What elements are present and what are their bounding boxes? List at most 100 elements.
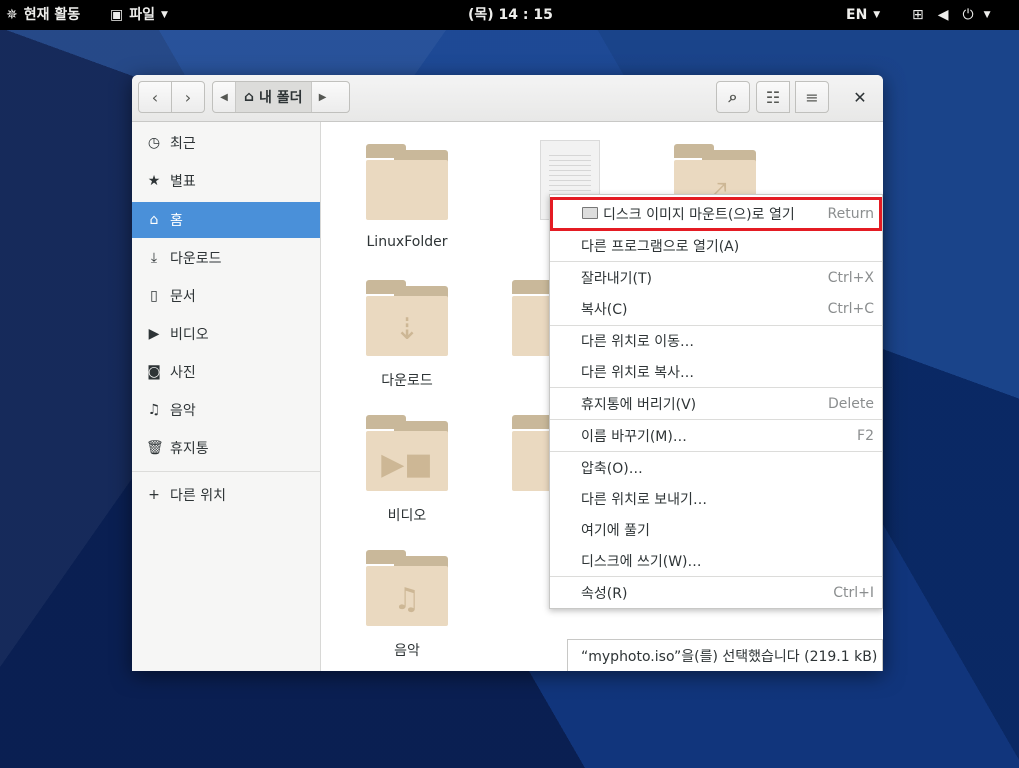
menu-item-cut[interactable]: 잘라내기(T) Ctrl+X xyxy=(550,263,882,293)
path-scroll-left-button[interactable]: ◀ xyxy=(213,82,236,112)
video-icon: ▶ xyxy=(148,326,160,342)
close-button[interactable]: ✕ xyxy=(845,81,875,113)
download-icon: ⤓ xyxy=(150,250,158,266)
sidebar-item-label: 음악 xyxy=(170,403,196,419)
menu-item-label: 다른 위치로 복사… xyxy=(581,365,695,381)
menu-item-send-to[interactable]: 다른 위치로 보내기… xyxy=(550,484,882,514)
menu-item-move-to-trash[interactable]: 휴지통에 버리기(V) Delete xyxy=(550,389,882,419)
menu-item-label: 다른 위치로 이동… xyxy=(581,334,695,350)
sidebar-item-other-locations[interactable]: + 다른 위치 xyxy=(132,477,320,513)
selection-status-label: “myphoto.iso”을(를) 선택했습니다 (219.1 kB) xyxy=(581,648,878,665)
document-icon: ▯ xyxy=(150,288,158,304)
folder-video-icon: ▶■ xyxy=(366,413,448,493)
menu-item-accel: Return xyxy=(827,206,874,222)
view-mode-button[interactable]: ☷ xyxy=(756,81,790,113)
folder-icon xyxy=(512,278,552,358)
activities-button[interactable]: ✵ 현재 활동 xyxy=(6,0,80,30)
file-item-videos[interactable]: ▶■ 비디오 xyxy=(352,413,462,525)
file-item-downloads[interactable]: ⇣ 다운로드 xyxy=(352,278,462,390)
menu-item-properties[interactable]: 속성(R) Ctrl+I xyxy=(550,578,882,608)
menu-item-compress[interactable]: 압축(O)… xyxy=(550,453,882,483)
language-indicator[interactable]: EN ▼ xyxy=(846,0,880,30)
menu-item-rename[interactable]: 이름 바꾸기(M)… F2 xyxy=(550,421,882,451)
sidebar-item-label: 다른 위치 xyxy=(170,488,226,504)
menu-item-label: 복사(C) xyxy=(581,302,628,318)
system-status-menu[interactable]: ⊞ ◀ ⏻ ▼ xyxy=(912,0,991,30)
sidebar-item-label: 문서 xyxy=(170,289,196,305)
sidebar-item-label: 별표 xyxy=(170,174,196,190)
triangle-left-icon: ◀ xyxy=(220,91,228,103)
selection-status: “myphoto.iso”을(를) 선택했습니다 (219.1 kB) xyxy=(567,639,883,671)
menu-item-accel: Ctrl+X xyxy=(827,270,874,286)
menu-item-accel: Delete xyxy=(828,396,874,412)
search-button[interactable]: ⌕ xyxy=(716,81,750,113)
top-bar: ✵ 현재 활동 ▣ 파일 ▼ (목) 14 : 15 EN ▼ ⊞ ◀ ⏻ ▼ xyxy=(0,0,1019,30)
header-bar: ‹ › ◀ ⌂ 내 폴더 ▶ ⌕ ☷ ≡ ✕ xyxy=(132,75,883,122)
activities-icon: ✵ xyxy=(6,7,18,23)
menu-item-label: 잘라내기(T) xyxy=(581,271,652,287)
disk-drive-icon xyxy=(582,207,598,219)
clock-icon: ◷ xyxy=(147,135,161,151)
triangle-right-icon: ▶ xyxy=(318,91,327,103)
file-label: LinuxFolder xyxy=(366,234,448,250)
sidebar-item-label: 휴지통 xyxy=(170,441,209,457)
menu-separator xyxy=(550,387,882,388)
menu-item-copy[interactable]: 복사(C) Ctrl+C xyxy=(550,294,882,324)
menu-item-open-with[interactable]: 다른 프로그램으로 열기(A) xyxy=(550,231,882,261)
forward-button[interactable]: › xyxy=(171,81,205,113)
sidebar-item-recent[interactable]: ◷ 최근 xyxy=(132,125,320,161)
app-menu-button[interactable]: ▣ 파일 ▼ xyxy=(110,0,168,30)
chevron-down-icon: ▼ xyxy=(983,10,991,20)
close-icon: ✕ xyxy=(853,87,867,107)
sidebar-item-documents[interactable]: ▯ 문서 xyxy=(132,278,320,314)
sidebar-item-label: 최근 xyxy=(170,136,196,152)
menu-item-move-to[interactable]: 다른 위치로 이동… xyxy=(550,326,882,356)
sidebar-item-music[interactable]: ♫ 음악 xyxy=(132,392,320,428)
back-button[interactable]: ‹ xyxy=(138,81,172,113)
sidebar-item-label: 다운로드 xyxy=(170,251,222,267)
menu-item-label: 디스크 이미지 마운트(으)로 열기 xyxy=(603,207,795,223)
language-label: EN xyxy=(846,7,868,23)
chevron-left-icon: ‹ xyxy=(151,87,159,107)
menu-item-label: 이름 바꾸기(M)… xyxy=(581,429,687,445)
clock[interactable]: (목) 14 : 15 xyxy=(468,0,553,30)
list-view-icon: ☷ xyxy=(765,87,781,107)
folder-icon xyxy=(512,413,552,493)
folder-download-icon: ⇣ xyxy=(366,278,448,358)
menu-item-label: 속성(R) xyxy=(581,586,628,602)
file-label: 비디오 xyxy=(387,508,427,524)
menu-item-extract-here[interactable]: 여기에 풀기 xyxy=(550,515,882,545)
menu-separator xyxy=(550,261,882,262)
file-item-linuxfolder[interactable]: LinuxFolder xyxy=(352,142,462,250)
sidebar-item-home[interactable]: ⌂ 홈 xyxy=(132,202,320,238)
file-item-music[interactable]: ♫ 음악 xyxy=(352,548,462,660)
hamburger-menu-button[interactable]: ≡ xyxy=(795,81,829,113)
home-icon: ⌂ xyxy=(149,212,159,228)
star-icon: ★ xyxy=(147,173,161,189)
search-icon: ⌕ xyxy=(728,87,738,106)
volume-icon: ◀ xyxy=(937,7,949,23)
path-home-button[interactable]: ⌂ 내 폴더 xyxy=(236,82,312,112)
app-menu-label: 파일 xyxy=(129,7,155,23)
path-scroll-right-button[interactable]: ▶ xyxy=(312,82,334,112)
menu-item-write-to-disc[interactable]: 디스크에 쓰기(W)… xyxy=(550,546,882,576)
sidebar-item-downloads[interactable]: ⤓ 다운로드 xyxy=(132,240,320,276)
sidebar-item-starred[interactable]: ★ 별표 xyxy=(132,163,320,199)
menu-item-open-disk-image-mounter[interactable]: 디스크 이미지 마운트(으)로 열기 Return xyxy=(550,197,882,231)
camera-icon: ◙ xyxy=(147,364,161,380)
activities-label: 현재 활동 xyxy=(23,7,81,23)
menu-item-label: 디스크에 쓰기(W)… xyxy=(581,554,702,570)
sidebar-item-trash[interactable]: 🗑 휴지통 xyxy=(132,430,320,466)
file-label: 음악 xyxy=(394,643,420,659)
menu-item-copy-to[interactable]: 다른 위치로 복사… xyxy=(550,357,882,387)
chevron-down-icon: ▼ xyxy=(873,10,881,20)
sidebar-item-videos[interactable]: ▶ 비디오 xyxy=(132,316,320,352)
file-label: 다운로드 xyxy=(381,373,433,389)
menu-item-label: 다른 프로그램으로 열기(A) xyxy=(581,239,740,255)
menu-separator xyxy=(550,576,882,577)
file-manager-icon: ▣ xyxy=(110,7,124,23)
menu-item-label: 다른 위치로 보내기… xyxy=(581,492,707,508)
chevron-down-icon: ▼ xyxy=(161,10,168,20)
sidebar-item-pictures[interactable]: ◙ 사진 xyxy=(132,354,320,390)
power-icon: ⏻ xyxy=(962,7,974,23)
